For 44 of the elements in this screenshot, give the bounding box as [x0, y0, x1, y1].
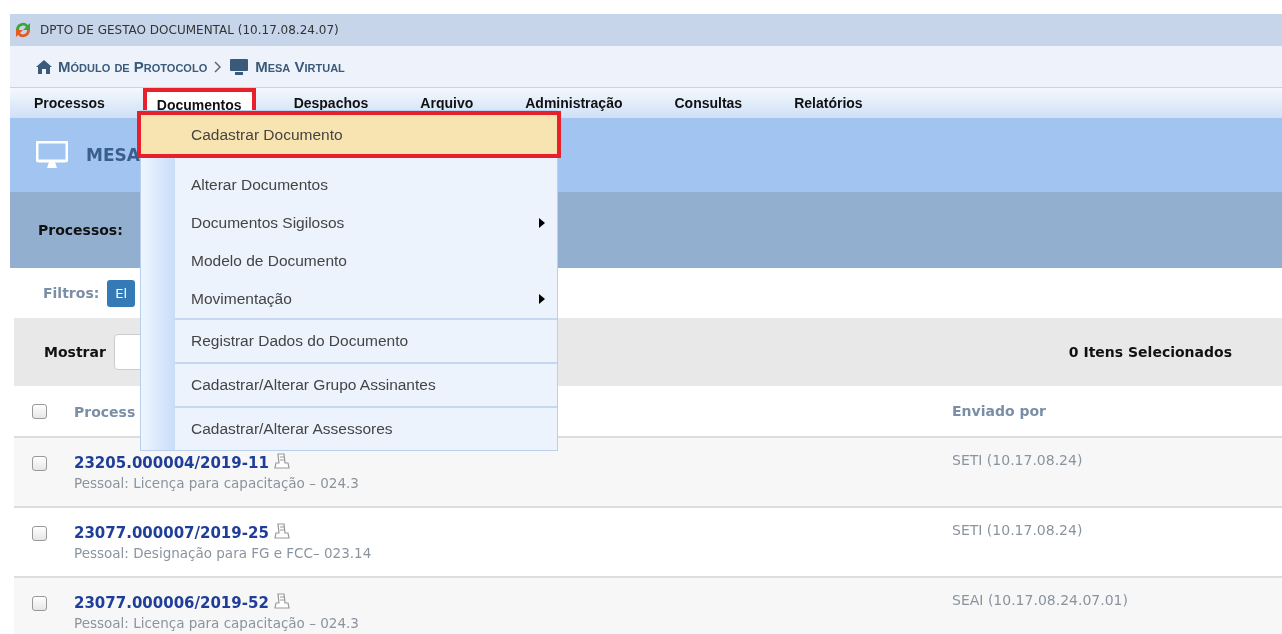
menu-item[interactable]: Cadastrar/Alterar Assessores	[175, 406, 557, 450]
unit-name: DPTO DE GESTAO DOCUMENTAL (10.17.08.24.07)	[40, 23, 339, 37]
process-link[interactable]: 23077.000006/2019-52	[74, 594, 269, 612]
filters-label: Filtros:	[43, 285, 100, 301]
menu-tab[interactable]: Processos	[20, 88, 119, 118]
page-title: MESA	[86, 145, 140, 165]
row-checkbox[interactable]	[32, 596, 47, 611]
sender-text: SEAI (10.17.08.24.07.01)	[952, 592, 1128, 610]
monitor-icon	[229, 58, 250, 75]
filter-button[interactable]: El	[107, 279, 136, 307]
process-subject: Pessoal: Designação para FG e FCC– 023.14	[74, 545, 373, 561]
sender-text: SETI (10.17.08.24)	[952, 522, 1083, 540]
caret-icon	[539, 294, 545, 304]
select-all-checkbox[interactable]	[32, 403, 47, 419]
breadcrumb-link[interactable]: Módulo de Protocolo	[58, 58, 208, 75]
menu-item[interactable]: Cadastrar Documento	[137, 111, 561, 158]
chevron-icon	[213, 60, 224, 73]
menu-item[interactable]: Registrar Dados do Documento	[175, 318, 557, 362]
selected-count: 0 Itens Selecionados	[1068, 344, 1232, 360]
process-link[interactable]: 23077.000007/2019-25	[74, 524, 269, 542]
caret-icon	[539, 218, 545, 228]
process-subject: Pessoal: Licença para capacitação – 024.3	[74, 475, 360, 491]
sender-text: SETI (10.17.08.24)	[952, 452, 1083, 470]
menu-tab[interactable]: Relatórios	[780, 88, 877, 118]
row-checkbox[interactable]	[32, 456, 47, 471]
menu-item[interactable]: Documentos Sigilosos	[141, 204, 557, 242]
process-subject: Pessoal: Licença para capacitação – 024.3	[74, 615, 360, 631]
column-header: Process	[74, 403, 136, 420]
breadcrumb-current: Mesa Virtual	[255, 58, 345, 75]
row-checkbox[interactable]	[32, 526, 47, 541]
show-label: Mostrar	[44, 344, 106, 360]
stamp-icon	[272, 522, 291, 540]
menu-item[interactable]: Alterar Documentos	[141, 166, 557, 204]
menu-item[interactable]: Cadastrar/Alterar Grupo Assinantes	[175, 362, 557, 406]
monitor-icon	[36, 141, 68, 169]
process-link[interactable]: 23205.000004/2019-11	[74, 454, 269, 472]
column-header: Enviado por	[952, 403, 1046, 419]
menu-tab[interactable]: Consultas	[660, 88, 757, 118]
menu-item[interactable]: Modelo de Documento	[141, 242, 557, 280]
stamp-icon	[272, 452, 291, 470]
stamp-icon	[272, 592, 291, 610]
home-icon	[36, 59, 52, 74]
processes-label: Processos:	[38, 222, 123, 238]
menu-item[interactable]: Movimentação	[141, 280, 557, 318]
